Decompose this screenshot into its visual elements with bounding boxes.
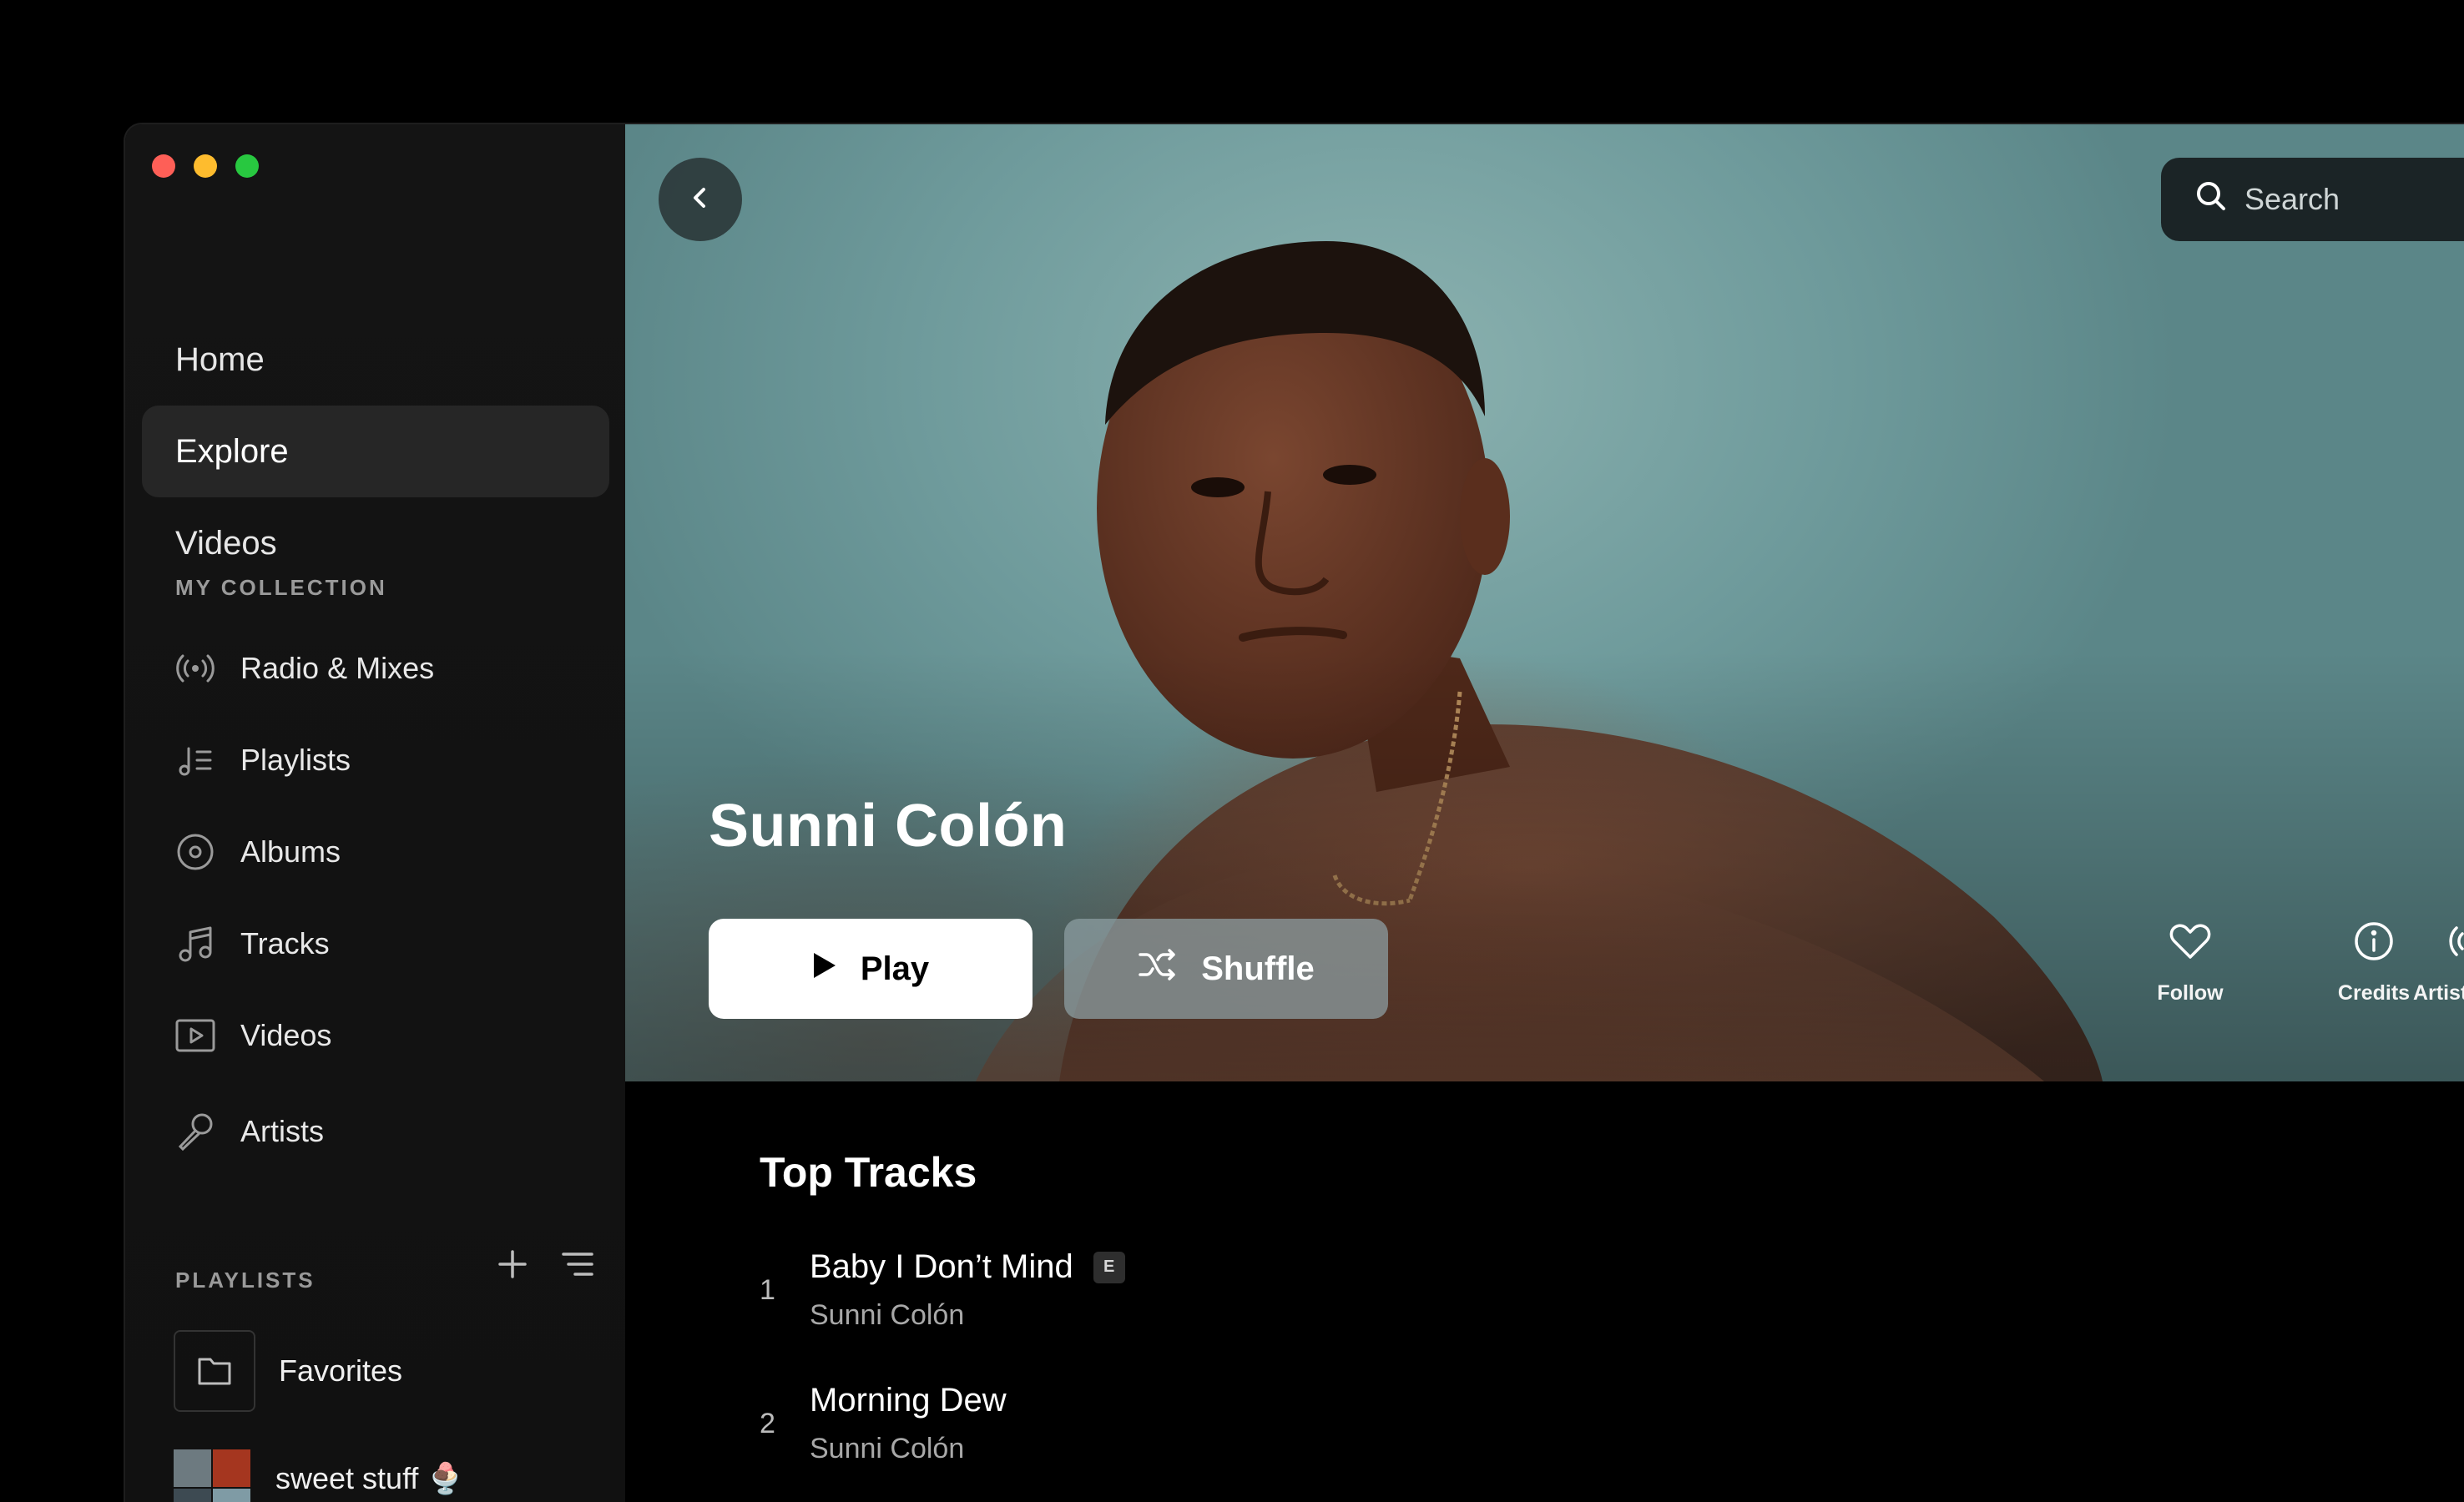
plus-icon[interactable] <box>495 1247 530 1286</box>
video-icon <box>174 1014 217 1057</box>
minimize-window-button[interactable] <box>194 154 217 178</box>
collection-item-videos[interactable]: Videos <box>174 1006 331 1065</box>
my-collection-header: MY COLLECTION <box>175 575 387 600</box>
folder-icon <box>174 1330 255 1412</box>
search-icon <box>2194 179 2244 220</box>
play-button[interactable]: Play <box>709 919 1033 1019</box>
music-note-icon <box>174 922 217 965</box>
collection-item-label: Tracks <box>240 926 330 960</box>
track-title: Baby I Don’t Mind <box>810 1248 1073 1285</box>
follow-button[interactable]: Follow <box>2107 919 2274 1006</box>
artist-radio-label: Artist Rad <box>2413 981 2464 1005</box>
playlist-icon <box>174 738 217 782</box>
search-field[interactable]: Search <box>2161 158 2464 241</box>
explicit-badge: E <box>1093 1251 1125 1283</box>
playlists-header: PLAYLISTS <box>175 1268 316 1293</box>
follow-label: Follow <box>2157 981 2224 1005</box>
info-icon <box>2351 919 2396 981</box>
heart-icon <box>2168 919 2213 981</box>
track-info: Baby I Don’t Mind E Sunni Colón <box>810 1248 1125 1332</box>
collection-item-albums[interactable]: Albums <box>174 823 341 881</box>
nav-item-label: Videos <box>175 524 277 562</box>
nav-item-home[interactable]: Home <box>142 314 609 406</box>
artist-radio-action[interactable]: Artist Rad <box>2393 919 2464 1006</box>
artist-name: Sunni Colón <box>709 793 1068 859</box>
track-number: 2 <box>760 1407 775 1439</box>
track-title-row: Baby I Don’t Mind E <box>810 1248 1125 1286</box>
playlist-item-label: Favorites <box>279 1353 403 1388</box>
track-title: Morning Dew <box>810 1382 1007 1419</box>
shuffle-icon <box>1138 948 1201 990</box>
collection-item-label: Artists <box>240 1114 325 1148</box>
microphone-icon <box>174 1110 217 1153</box>
track-info: Morning Dew Sunni Colón <box>810 1382 1007 1465</box>
collection-item-playlists[interactable]: Playlists <box>174 731 351 789</box>
playlist-cover <box>174 1449 250 1502</box>
search-placeholder: Search <box>2244 182 2340 216</box>
play-label: Play <box>860 950 930 987</box>
sidebar: Home Explore Videos MY COLLECTION Radio … <box>125 124 625 1502</box>
maximize-window-button[interactable] <box>235 154 259 178</box>
playlist-actions <box>495 1247 595 1286</box>
nav-item-label: Explore <box>175 432 289 470</box>
album-icon <box>174 830 217 874</box>
top-tracks-title: Top Tracks <box>760 1149 977 1196</box>
collection-item-artists[interactable]: Artists <box>174 1102 324 1161</box>
track-artist[interactable]: Sunni Colón <box>810 1299 1125 1332</box>
radio-icon <box>174 647 217 690</box>
radio-icon <box>2446 919 2464 981</box>
back-button[interactable] <box>659 158 742 241</box>
main-content: Top Tracks 1 Baby I Don’t Mind E Sunni C… <box>625 1081 2464 1502</box>
playlist-item-sweet-stuff[interactable]: sweet stuff 🍨 <box>174 1449 464 1502</box>
collection-item-label: Radio & Mixes <box>240 651 435 685</box>
collection-item-tracks[interactable]: Tracks <box>174 915 330 973</box>
shuffle-label: Shuffle <box>1201 950 1315 987</box>
track-row[interactable]: 2 Morning Dew Sunni Colón <box>760 1382 1007 1465</box>
track-title-row: Morning Dew <box>810 1382 1007 1419</box>
nav-item-explore[interactable]: Explore <box>142 406 609 497</box>
track-row[interactable]: 1 Baby I Don’t Mind E Sunni Colón <box>760 1248 1125 1332</box>
nav-item-label: Home <box>175 340 265 378</box>
collection-item-radio-mixes[interactable]: Radio & Mixes <box>174 639 434 698</box>
collection-item-label: Albums <box>240 834 341 869</box>
artist-hero: Search Sunni Colón Play Shuffle Follow C… <box>625 124 2464 1081</box>
playlist-item-label: sweet stuff 🍨 <box>275 1461 465 1495</box>
shuffle-button[interactable]: Shuffle <box>1064 919 1388 1019</box>
track-number: 1 <box>760 1273 775 1306</box>
playlist-item-favorites[interactable]: Favorites <box>174 1330 402 1412</box>
close-window-button[interactable] <box>152 154 175 178</box>
sort-icon[interactable] <box>560 1247 595 1286</box>
chevron-left-icon <box>688 185 713 214</box>
collection-item-label: Videos <box>240 1018 332 1052</box>
window-controls <box>152 154 259 178</box>
collection-item-label: Playlists <box>240 743 351 777</box>
play-icon <box>812 950 861 988</box>
app-window: Home Explore Videos MY COLLECTION Radio … <box>124 123 2464 1502</box>
playlist-item-text: sweet stuff 🍨 <box>275 1449 464 1496</box>
track-artist[interactable]: Sunni Colón <box>810 1433 1007 1465</box>
